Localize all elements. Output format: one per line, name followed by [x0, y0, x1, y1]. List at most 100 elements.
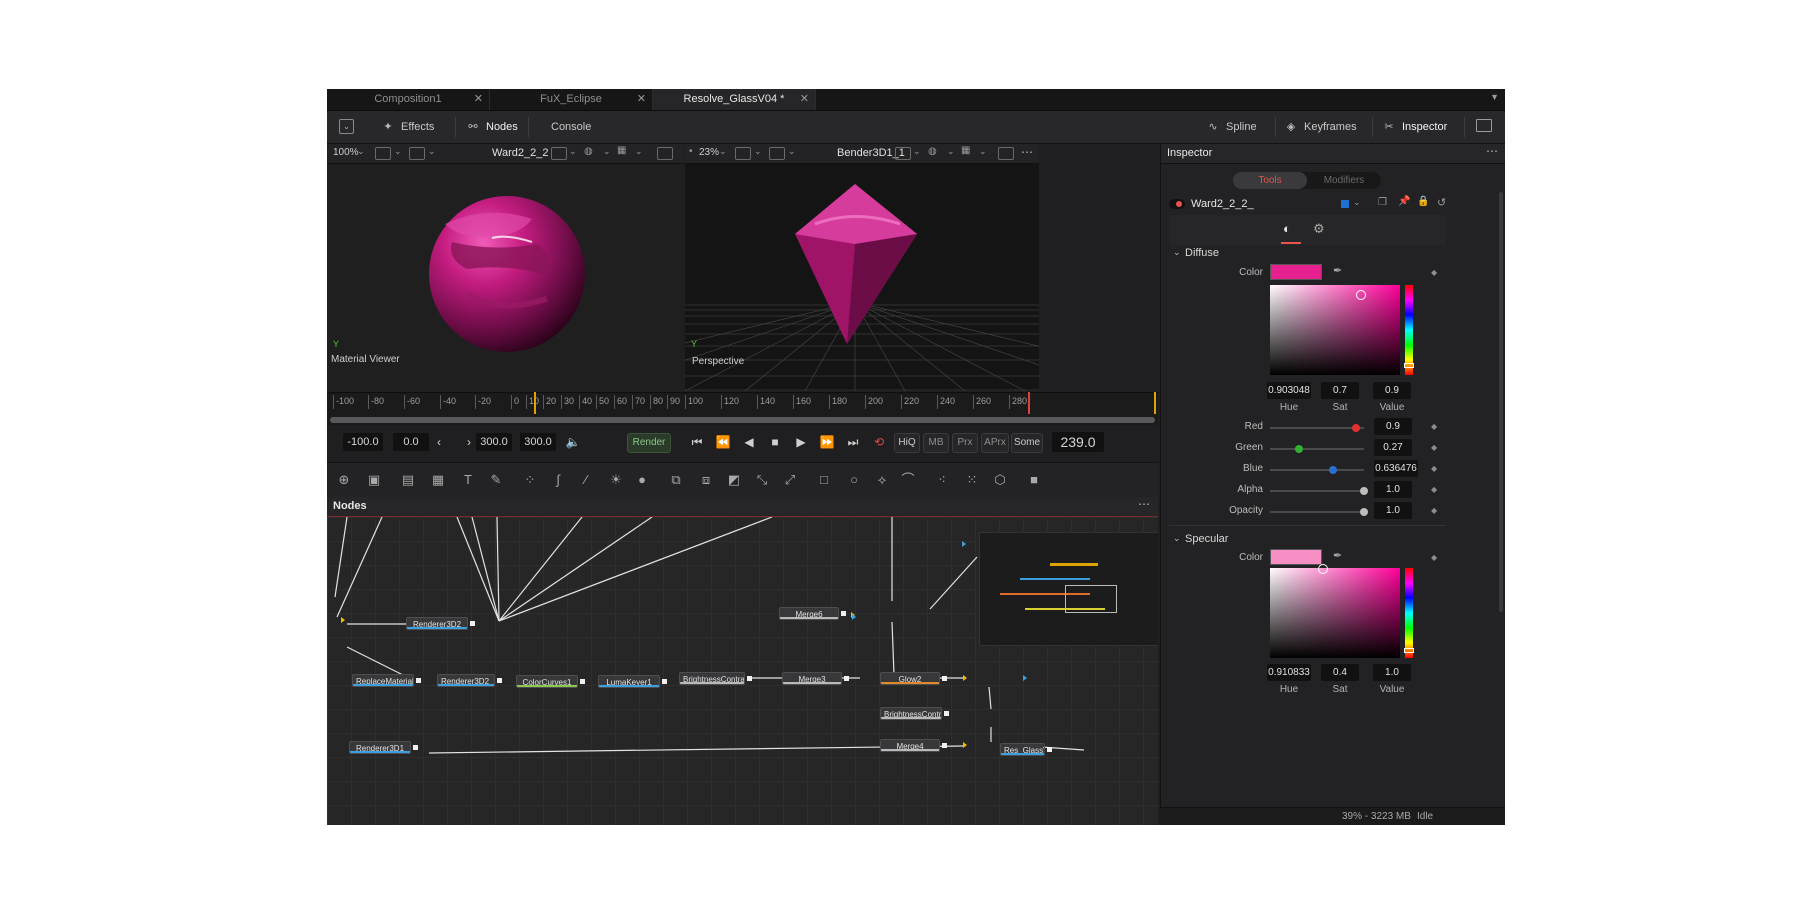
node-tile[interactable]: BrightnessContra...: [880, 707, 942, 720]
node-tile[interactable]: BrightnessContra...: [679, 672, 745, 685]
play-icon[interactable]: ▶: [792, 433, 810, 451]
minimap-viewport[interactable]: [1065, 585, 1117, 613]
specular-hue-strip[interactable]: [1404, 568, 1414, 658]
eyedropper-icon[interactable]: ✒: [1333, 549, 1342, 562]
node-output-port[interactable]: [841, 611, 846, 616]
chevron-right-icon[interactable]: ›: [463, 433, 475, 451]
specular-sv-cursor[interactable]: [1318, 564, 1328, 574]
diffuse-hue-strip[interactable]: [1404, 285, 1414, 375]
perspective-viewer[interactable]: Y Perspective: [685, 164, 1039, 391]
fast-forward-icon[interactable]: ⏩: [818, 433, 836, 451]
bspline-icon[interactable]: ⌒: [899, 471, 917, 489]
checker-icon[interactable]: [657, 147, 673, 160]
node-output-port[interactable]: [497, 678, 502, 683]
node-tile[interactable]: LumaKeyer1: [598, 675, 660, 688]
node-tile[interactable]: Res_GlassV0(: [1000, 743, 1045, 756]
specular-section-title[interactable]: Specular: [1185, 533, 1228, 545]
diffuse-sv-picker[interactable]: [1270, 285, 1400, 375]
bg-tool-icon[interactable]: ⊕: [335, 471, 353, 489]
inspector-scrollbar[interactable]: [1499, 192, 1503, 612]
chevron-down-icon[interactable]: ⌄: [394, 146, 402, 157]
chevron-down-icon[interactable]: ⌄: [719, 146, 727, 157]
skip-to-end-icon[interactable]: ⏭: [844, 433, 862, 451]
node-tile[interactable]: Renderer3D1: [349, 741, 411, 754]
selective-update-toggle[interactable]: Some: [1011, 433, 1043, 453]
more-options-icon[interactable]: ⋯: [1486, 144, 1498, 158]
keyframe-icon[interactable]: ◆: [1431, 553, 1437, 562]
chevron-down-icon[interactable]: ⌄: [913, 146, 921, 157]
particle-render-icon[interactable]: ⁙: [963, 471, 981, 489]
current-frame-field[interactable]: 239.0: [1052, 432, 1104, 452]
spline-button[interactable]: ∿ Spline: [1205, 111, 1256, 143]
text-icon[interactable]: T: [459, 471, 477, 489]
more-options-icon[interactable]: ⋯: [1138, 497, 1150, 511]
render-button[interactable]: Render: [627, 433, 671, 453]
effects-button[interactable]: ✦ Effects: [380, 111, 434, 143]
viewer-mode-icon[interactable]: [409, 147, 425, 160]
ellipse-mask-icon[interactable]: ○: [845, 471, 863, 489]
play-reverse-icon[interactable]: ◀: [740, 433, 758, 451]
node-output-port[interactable]: [580, 679, 585, 684]
grid-icon[interactable]: ▦: [617, 145, 626, 156]
node-output-port[interactable]: [942, 676, 947, 681]
node-tile[interactable]: Glow2: [880, 672, 940, 685]
keyframe-icon[interactable]: ◆: [1431, 268, 1437, 277]
chevron-down-icon[interactable]: ⌄: [1353, 197, 1361, 208]
settings-icon[interactable]: ⚙: [1313, 221, 1325, 237]
chevron-down-icon[interactable]: ⌄: [635, 146, 643, 157]
transform-icon[interactable]: ⤡: [753, 471, 771, 489]
chevron-down-icon[interactable]: ⌄: [569, 146, 577, 157]
tab-composition1[interactable]: Composition1 ✕: [327, 89, 490, 110]
specular-hue-field[interactable]: 0.910833: [1267, 664, 1311, 681]
diffuse-sv-cursor[interactable]: [1356, 290, 1366, 300]
chevron-down-icon[interactable]: ⌄: [1173, 533, 1181, 544]
auto-proxy-toggle[interactable]: APrx: [981, 433, 1009, 453]
console-button[interactable]: Console: [551, 111, 591, 143]
tab-resolve-glass[interactable]: Resolve_GlassV04 * ✕: [653, 89, 816, 110]
node-output-port[interactable]: [944, 711, 949, 716]
lock-icon[interactable]: 🔒: [1417, 196, 1429, 207]
specular-value-field[interactable]: 1.0: [1373, 664, 1411, 681]
opacity-slider[interactable]: [1270, 508, 1368, 516]
image-tool-icon[interactable]: ▣: [365, 471, 383, 489]
versions-icon[interactable]: ❐: [1378, 197, 1387, 208]
chevron-left-icon[interactable]: ‹: [433, 433, 445, 451]
chevron-down-icon[interactable]: ⌄: [428, 146, 436, 157]
close-icon[interactable]: ✕: [800, 89, 809, 110]
tab-overflow-icon[interactable]: ▼: [1490, 92, 1499, 102]
merge-icon[interactable]: ⧉: [667, 471, 685, 489]
node-output-port[interactable]: [844, 676, 849, 681]
keyframe-icon[interactable]: ◆: [1431, 443, 1437, 452]
node-tile[interactable]: Merge4: [880, 739, 940, 752]
render-start-field[interactable]: 0.0: [393, 433, 429, 451]
color-channel-icon[interactable]: ◍: [584, 146, 593, 157]
specular-sv-picker[interactable]: [1270, 564, 1400, 658]
blue-slider[interactable]: [1270, 466, 1364, 474]
stop-icon[interactable]: ■: [766, 433, 784, 451]
node-enable-toggle[interactable]: [1169, 199, 1185, 209]
diffuse-value-field[interactable]: 0.9: [1373, 382, 1411, 399]
particle-emitter-icon[interactable]: ⁖: [933, 471, 951, 489]
node-graph[interactable]: Renderer3D2 Merge6 ReplaceMaterial3... Rend…: [327, 517, 1158, 825]
chevron-down-icon[interactable]: ⌄: [1173, 247, 1181, 258]
keyframe-icon[interactable]: ◆: [1431, 485, 1437, 494]
roi-icon[interactable]: [551, 147, 567, 160]
node-output-port[interactable]: [416, 678, 421, 683]
particles-icon[interactable]: ⁘: [521, 471, 539, 489]
resize-icon[interactable]: ⤢: [781, 471, 799, 489]
cube-icon[interactable]: ■: [1025, 471, 1043, 489]
skip-to-start-icon[interactable]: ⏮: [688, 433, 706, 451]
node-minimap[interactable]: [979, 532, 1158, 646]
green-slider[interactable]: [1270, 445, 1364, 453]
chevron-down-icon[interactable]: ⌄: [603, 146, 611, 157]
opacity-field[interactable]: 1.0: [1374, 502, 1412, 519]
chevron-down-icon[interactable]: ⌄: [947, 146, 955, 157]
close-icon[interactable]: ✕: [637, 89, 646, 110]
render-start-marker[interactable]: [534, 392, 536, 414]
matte-icon[interactable]: ◩: [725, 471, 743, 489]
node-output-port[interactable]: [413, 745, 418, 750]
checker-icon[interactable]: [998, 147, 1014, 160]
proxy-toggle[interactable]: Prx: [952, 433, 978, 453]
tools-tab[interactable]: Tools: [1233, 172, 1307, 189]
inspector-button[interactable]: ✂ Inspector: [1381, 111, 1447, 143]
